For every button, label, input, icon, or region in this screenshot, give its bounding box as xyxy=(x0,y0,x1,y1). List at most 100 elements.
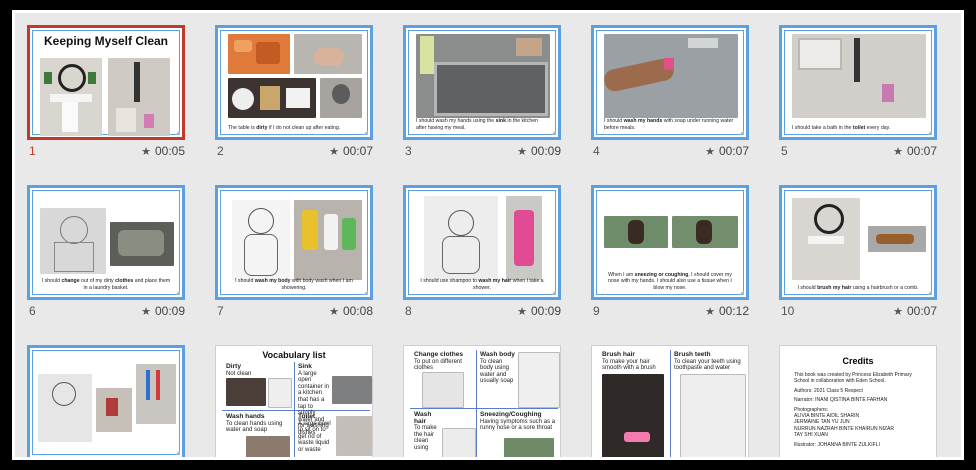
slide-timing: ★ 00:12 xyxy=(705,304,749,318)
slide-thumbnail[interactable]: I should wash my body with body wash whe… xyxy=(215,185,373,300)
tray-photo xyxy=(228,34,290,74)
slide-caption: I should wash my hands with soap under r… xyxy=(604,118,734,131)
slide-thumbnail[interactable]: Credits This book was created by Princes… xyxy=(779,345,937,457)
slide-duration: 00:12 xyxy=(718,304,749,318)
slide-caption: I should change out of my dirty clothes … xyxy=(41,278,171,291)
resize-icon: ◢ xyxy=(175,290,180,296)
star-icon: ★ xyxy=(329,305,339,318)
toilet-photo xyxy=(336,416,372,456)
wash-body-sketch xyxy=(518,352,560,408)
slide-duration: 00:07 xyxy=(718,144,749,158)
vocab-divider xyxy=(476,350,477,457)
wash-hands-photo xyxy=(246,436,290,457)
vocab-wash-hair: Wash hair To make the hair clean using xyxy=(414,411,437,451)
slide-number: 5 xyxy=(781,144,788,158)
shower-photo xyxy=(108,58,170,136)
slide-number: 9 xyxy=(593,304,600,318)
hands-photo xyxy=(294,34,362,74)
sneezing-photo xyxy=(604,216,668,248)
star-icon: ★ xyxy=(893,145,903,158)
star-icon: ★ xyxy=(141,145,151,158)
dirty-photo xyxy=(226,378,266,406)
vocab-toilet: Toilet A large bowl to sit on to get rid … xyxy=(298,413,331,453)
mirror-photo xyxy=(792,198,860,280)
credits-photographer: TAY SHI XUAN xyxy=(794,432,828,439)
vocab-wash-hands: Wash hands To clean hands using water and… xyxy=(226,413,283,434)
slide-caption: I should wash my hands using the sink in… xyxy=(416,118,538,131)
hairbrush-photo xyxy=(868,226,926,252)
slide-caption: I should take a bath in the toilet every… xyxy=(792,124,891,131)
resize-icon: ◢ xyxy=(551,290,556,296)
credits-line: This book was created by Princess Elizab… xyxy=(794,372,912,385)
star-icon: ★ xyxy=(329,145,339,158)
star-icon: ★ xyxy=(705,145,715,158)
vocab-divider xyxy=(670,350,671,457)
sink-photo xyxy=(332,376,372,404)
sneezing-photo xyxy=(504,438,554,457)
star-icon: ★ xyxy=(141,305,151,318)
slide-timing: ★ 00:07 xyxy=(705,144,749,158)
slide-thumbnail[interactable]: Brush hair To make your hair smooth with … xyxy=(591,345,749,457)
vocab-brush-teeth: Brush teeth To clean your teeth using too… xyxy=(674,351,741,372)
slide-duration: 00:09 xyxy=(530,304,561,318)
slide-thumbnail[interactable]: Keeping Myself Clean ◢ xyxy=(27,25,185,140)
slide-duration: 00:07 xyxy=(342,144,373,158)
coughing-photo xyxy=(672,216,738,248)
slide-caption: When I am sneezing or coughing, I should… xyxy=(608,271,732,291)
brush-hair-photo xyxy=(602,374,664,457)
slide-thumbnail[interactable]: I should take a bath in the toilet every… xyxy=(779,25,937,140)
slide-thumbnail[interactable]: I should use shampoo to wash my hair whe… xyxy=(403,185,561,300)
vocab-dirty: Dirty Not clean xyxy=(226,363,252,377)
slide-caption: I should use shampoo to wash my hair whe… xyxy=(420,278,544,291)
resize-icon: ◢ xyxy=(739,130,744,136)
slide-thumbnail[interactable]: I should wash my hands with soap under r… xyxy=(591,25,749,140)
hair-wash-sketch xyxy=(424,196,498,280)
showering-sketch xyxy=(232,200,290,280)
slide-number: 4 xyxy=(593,144,600,158)
toothbrush-cup-photo xyxy=(136,364,176,424)
slide-number: 7 xyxy=(217,304,224,318)
slide-caption: I should brush my hair using a hairbrush… xyxy=(797,284,919,291)
boy-sketch xyxy=(40,208,106,274)
slide-thumbnail[interactable]: ◢ xyxy=(27,345,185,457)
slide-number: 8 xyxy=(405,304,412,318)
kitchen-sink-photo xyxy=(416,34,550,118)
slide-timing: ★ 00:08 xyxy=(329,304,373,318)
resize-icon: ◢ xyxy=(739,290,744,296)
slide-thumbnail[interactable]: I should brush my hair using a hairbrush… xyxy=(779,185,937,300)
slide-number: 2 xyxy=(217,144,224,158)
spoon-photo xyxy=(320,78,362,118)
star-icon: ★ xyxy=(517,305,527,318)
slide-caption: The table is dirty if I do not clean up … xyxy=(228,124,341,131)
sink-toothbrush-photo xyxy=(96,388,132,432)
credits-illustrator: Illustrator: JOHANNA BINTE ZULKIFLI xyxy=(794,441,880,448)
wash-hair-sketch xyxy=(442,428,476,457)
slide-duration: 00:08 xyxy=(342,304,373,318)
slide-duration: 00:05 xyxy=(154,144,185,158)
slide-number: 3 xyxy=(405,144,412,158)
vocab-divider xyxy=(294,362,295,457)
toilet-shower-photo xyxy=(792,34,926,118)
star-icon: ★ xyxy=(517,145,527,158)
slide-thumbnail[interactable]: The table is dirty if I do not clean up … xyxy=(215,25,373,140)
change-sketch xyxy=(422,372,464,408)
slide-timing: ★ 00:09 xyxy=(517,144,561,158)
slide-thumbnail[interactable]: Vocabulary list Dirty Not clean Sink A lar… xyxy=(215,345,373,457)
slide-thumbnail[interactable]: When I am sneezing or coughing, I should… xyxy=(591,185,749,300)
slide-timing: ★ 00:09 xyxy=(517,304,561,318)
slide-number: 1 xyxy=(29,144,36,158)
slide-sorter-panel: Keeping Myself Clean ◢ 1 ★ 00:05 The tab… xyxy=(12,10,964,460)
slide-thumbnail[interactable]: I should change out of my dirty clothes … xyxy=(27,185,185,300)
resize-icon: ◢ xyxy=(175,450,180,456)
slide-duration: 00:07 xyxy=(906,144,937,158)
body-wash-photo xyxy=(294,200,362,280)
resize-icon: ◢ xyxy=(363,290,368,296)
vocab-divider xyxy=(222,410,370,411)
slide-thumbnail[interactable]: Change clothes To put on different clothe… xyxy=(403,345,561,457)
boy-sketch xyxy=(268,378,292,408)
slide-duration: 00:09 xyxy=(530,144,561,158)
handwashing-photo xyxy=(602,34,738,118)
credits-authors: Authors: 2021 Class 5 Respect xyxy=(794,387,863,394)
dirty-table-photo xyxy=(228,78,316,118)
slide-thumbnail[interactable]: I should wash my hands using the sink in… xyxy=(403,25,561,140)
